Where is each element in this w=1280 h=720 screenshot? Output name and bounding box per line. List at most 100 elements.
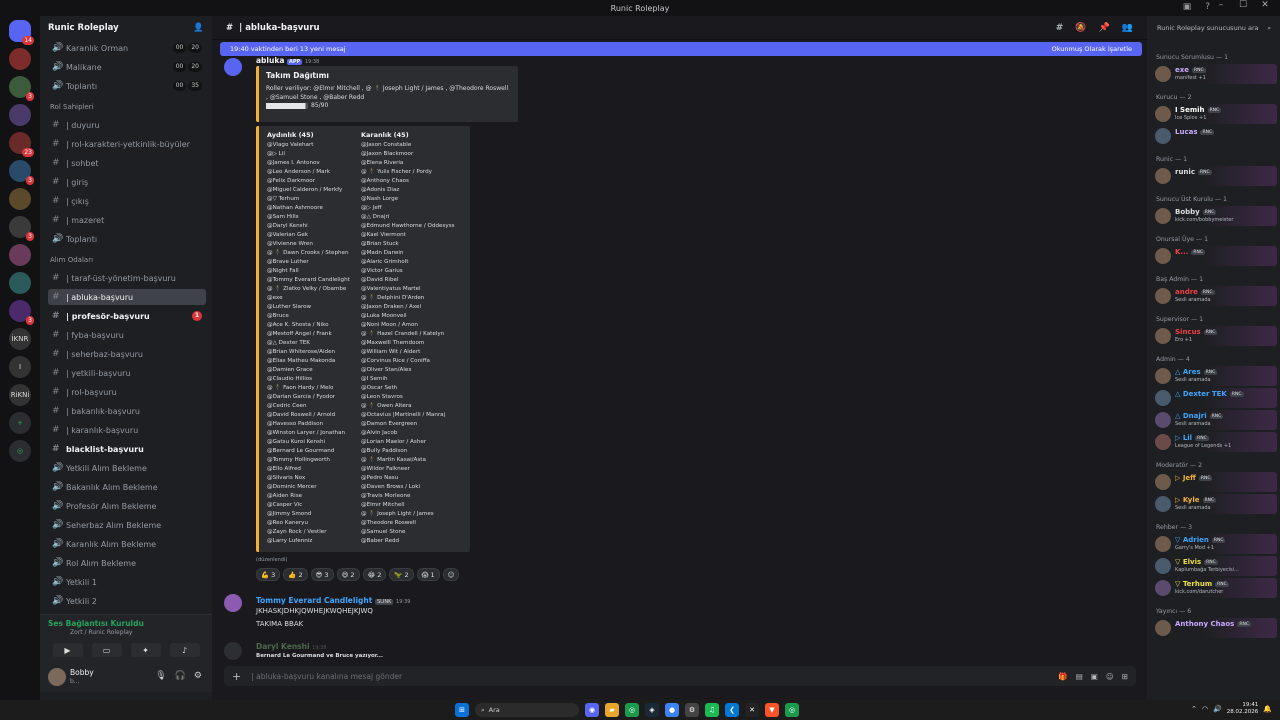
team-member[interactable]: @Tommy Everard Candlelight [267, 276, 367, 285]
volume-icon[interactable]: 🔊 [1213, 705, 1222, 713]
member-item[interactable]: andre RNC Sesli aramada [1153, 286, 1277, 306]
team-member[interactable]: @Anthony Chaos [361, 177, 461, 186]
team-member[interactable]: @Travis Morleone [361, 492, 461, 501]
team-member[interactable]: @Vivienne Wren [267, 240, 367, 249]
server-icon[interactable]: 14 [9, 20, 34, 45]
team-member[interactable]: @I Semih [361, 375, 461, 384]
member-item[interactable]: △ Ares RNC Sesli aramada [1153, 366, 1277, 386]
avatar[interactable] [1155, 620, 1171, 636]
team-member[interactable]: @Oscar Seth [361, 384, 461, 393]
team-member[interactable]: @Baber Redd [361, 537, 461, 546]
channel-item[interactable]: 🔊 Yetkili 1 [48, 574, 206, 590]
steam-icon[interactable]: ◈ [645, 703, 659, 717]
reaction-button[interactable]: 😎 3 [310, 568, 334, 581]
team-member[interactable]: @Vlago Valehart [267, 141, 367, 150]
chevron-up-icon[interactable]: ⌃ [1191, 705, 1197, 713]
avatar[interactable] [1155, 106, 1171, 122]
team-member[interactable]: @Reo Kaneryu [267, 519, 367, 528]
bot-name[interactable]: abluka [256, 56, 284, 65]
members-icon[interactable]: 👥 [1122, 23, 1133, 33]
team-member[interactable]: @David Roswell / Arnold [267, 411, 367, 420]
screen-share-icon[interactable]: ▭ [91, 643, 122, 657]
chrome-icon[interactable]: ◎ [625, 703, 639, 717]
clock[interactable]: 19:41 28.02.2026 [1227, 702, 1259, 716]
channel-item[interactable]: # | abluka-başvuru [48, 289, 206, 305]
team-member[interactable]: @Bruce [267, 312, 367, 321]
member-item[interactable]: Sincus RNC Ero +1 [1153, 326, 1277, 346]
avatar[interactable] [1155, 536, 1171, 552]
add-server-icon[interactable]: + [9, 412, 31, 434]
member-item[interactable]: △ Dnajri RNC Sesli aramada [1153, 410, 1277, 430]
channel-item[interactable]: # | duyuru [48, 117, 206, 133]
server-icon[interactable] [9, 104, 31, 126]
team-member[interactable]: @Ace K. Shosta / Niko [267, 321, 367, 330]
pin-icon[interactable]: 📌 [1099, 23, 1110, 33]
channel-item[interactable]: # | giriş [48, 174, 206, 190]
team-member[interactable]: @Felix Darkmoor [267, 177, 367, 186]
member-item[interactable]: ▽ Elvis RNC Kaplumbağa Terbiyecisi... [1153, 556, 1277, 576]
channel-item[interactable]: # | rol-başvuru [48, 384, 206, 400]
team-member[interactable]: @ 🕴 Faon Hardy / Melo [267, 384, 367, 393]
server-header[interactable]: Runic Roleplay 👤 [40, 16, 212, 40]
team-member[interactable]: @Elias Matheu Makonda [267, 357, 367, 366]
bot-author[interactable]: abluka APP 19:38 [256, 56, 319, 65]
channel-item[interactable]: # | karanlık-başvuru [48, 422, 206, 438]
server-search[interactable]: Runic Roleplay sunucusunu ara ⌕ [1153, 20, 1275, 36]
team-member[interactable]: @exe [267, 294, 367, 303]
channel-item[interactable]: 🔊 Profesör Alım Bekleme [48, 498, 206, 514]
team-member[interactable]: @Noni Moon / Amon [361, 321, 461, 330]
category-header[interactable]: Rol Sahipleri [50, 103, 206, 111]
avatar[interactable] [1155, 558, 1171, 574]
team-member[interactable]: @ 🕴 Hazel Crandell / Katelyn [361, 330, 461, 339]
avatar[interactable] [1155, 248, 1171, 264]
team-member[interactable]: @Bernard Le Gourmand [267, 447, 367, 456]
team-member[interactable]: @Corvinus Rice / Coniffa [361, 357, 461, 366]
channel-item[interactable]: # | rol-karakteri-yetkinlik-büyüler [48, 136, 206, 152]
reaction-button[interactable]: 😄 2 [336, 568, 360, 581]
reaction-button[interactable]: 👍 2 [283, 568, 308, 581]
avatar[interactable] [48, 668, 66, 686]
team-member[interactable]: @Ello Alfred [267, 465, 367, 474]
channel-item[interactable]: # | bakanlık-başvuru [48, 403, 206, 419]
avatar[interactable] [1155, 580, 1171, 596]
server-icon[interactable]: 3 [9, 216, 34, 241]
team-member[interactable]: @Madn Darwin [361, 249, 461, 258]
team-member[interactable]: @William Wit / Aldert [361, 348, 461, 357]
soundboard-icon[interactable]: ♪ [169, 643, 200, 657]
team-member[interactable]: @Cedric Ceen [267, 402, 367, 411]
author-name[interactable]: Tommy Everard Candlelight [256, 596, 372, 605]
member-item[interactable]: ▷ Jeff RNC [1153, 472, 1277, 492]
category-header[interactable]: Alım Odaları [50, 256, 206, 264]
team-member[interactable]: @Alaric Grimholt [361, 258, 461, 267]
member-item[interactable]: ▽ Adrien RNC Garry's Mod +1 [1153, 534, 1277, 554]
team-member[interactable]: @Brave Luther [267, 258, 367, 267]
author-name[interactable]: Daryl Kenshi [256, 642, 310, 651]
channel-item[interactable]: 🔊 Karanlık Alım Bekleme [48, 536, 206, 552]
channel-item[interactable]: # | seherbaz-başvuru [48, 346, 206, 362]
avatar[interactable] [1155, 496, 1171, 512]
settings-icon[interactable]: ⚙ [685, 703, 699, 717]
channel-item[interactable]: 🔊 Toplantı [48, 231, 206, 247]
avatar[interactable] [1155, 168, 1171, 184]
threads-icon[interactable]: # [1056, 23, 1064, 33]
team-member[interactable]: @Larry Lufenniz [267, 537, 367, 546]
team-member[interactable]: @Pedro Nasu [361, 474, 461, 483]
team-member[interactable]: @Adonis Diaz [361, 186, 461, 195]
channel-item[interactable]: 🔊 Malikane 00 20 [48, 59, 206, 75]
reaction-button[interactable]: 😂 2 [362, 568, 387, 581]
channel-item[interactable]: 🔊 Bakanlık Alım Bekleme [48, 479, 206, 495]
team-member[interactable]: @Sam Hills [267, 213, 367, 222]
new-messages-bar[interactable]: 19:40 vaktinden beri 13 yeni mesaj Okunm… [220, 42, 1142, 56]
message-author[interactable]: Tommy Everard Candlelight SLINK 19:39 [256, 596, 410, 605]
minimize-button[interactable]: – [1210, 0, 1232, 10]
team-member[interactable]: @Bully Paddison [361, 447, 461, 456]
team-member[interactable]: @Claudio Hillios [267, 375, 367, 384]
team-member[interactable]: @Kael Viermont [361, 231, 461, 240]
camera-icon[interactable]: ▶ [52, 643, 83, 657]
member-item[interactable]: Bobby RNC kick.com/bobbymeister [1153, 206, 1277, 226]
avatar[interactable] [1155, 368, 1171, 384]
team-member[interactable]: @Damon Evergreen [361, 420, 461, 429]
team-member[interactable]: @Darian Garcia / Fyodor [267, 393, 367, 402]
member-item[interactable]: Lucas RNC [1153, 126, 1277, 146]
avatar[interactable] [224, 594, 242, 612]
